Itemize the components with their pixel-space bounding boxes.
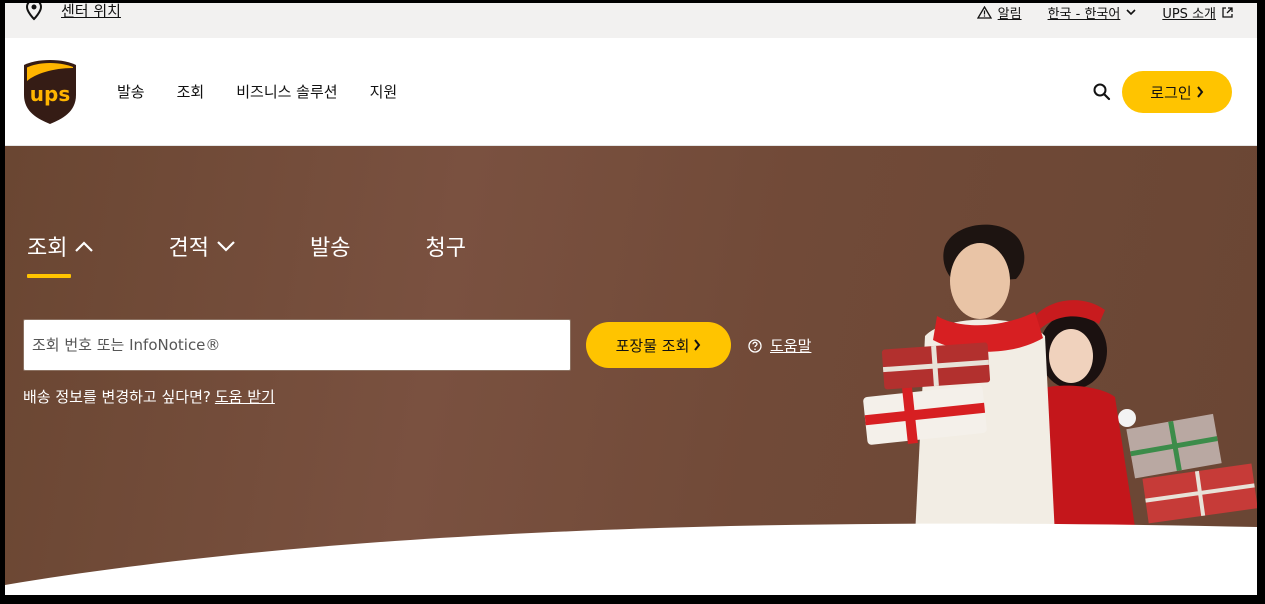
holiday-couple-image — [863, 224, 1257, 536]
chevron-right-icon — [1196, 86, 1203, 98]
nav-item-track[interactable]: 조회 — [177, 81, 205, 102]
tab-quote[interactable]: 견적 — [168, 230, 235, 262]
external-link-icon — [1222, 6, 1233, 18]
track-button-label: 포장물 조회 — [615, 336, 690, 355]
language-label: 한국 - 한국어 — [1047, 6, 1121, 22]
hero-bottom-curve — [5, 523, 1257, 595]
hero-tabs: 조회 견적 발송 청구 — [27, 230, 466, 278]
chevron-down-icon — [1126, 8, 1136, 15]
main-nav: 발송 조회 비즈니스 솔루션 지원 — [117, 81, 397, 102]
tab-billing[interactable]: 청구 — [425, 230, 465, 262]
browser-viewport: 센터 위치 알림 한국 - 한국어 UPS 소개 ups 발송 조회 비즈니스 … — [5, 3, 1257, 595]
nav-item-support[interactable]: 지원 — [370, 81, 398, 102]
location-label: 센터 위치 — [61, 3, 121, 20]
change-prompt: 배송 정보를 변경하고 싶다면? — [23, 388, 211, 406]
login-button[interactable]: 로그인 — [1122, 71, 1232, 113]
svg-text:ups: ups — [30, 82, 70, 106]
tab-ship-label: 발송 — [309, 236, 351, 261]
alerts-label: 알림 — [997, 6, 1022, 22]
chevron-down-icon — [217, 240, 235, 252]
hero-section: 조회 견적 발송 청구 포장물 조회 — [5, 146, 1257, 595]
nav-item-business-solutions[interactable]: 비즈니스 솔루션 — [236, 81, 337, 102]
about-label: UPS 소개 — [1162, 6, 1216, 22]
help-link[interactable]: 도움말 — [748, 335, 811, 356]
tab-quote-label: 견적 — [168, 236, 209, 261]
tab-track-label: 조회 — [27, 236, 68, 261]
tab-track[interactable]: 조회 — [27, 230, 94, 278]
location-pin-icon — [25, 3, 43, 21]
tab-ship[interactable]: 발송 — [310, 230, 350, 262]
nav-item-ship[interactable]: 발송 — [117, 81, 145, 102]
search-icon[interactable] — [1091, 81, 1113, 103]
chevron-right-icon — [694, 339, 701, 351]
chevron-up-icon — [75, 240, 94, 252]
track-package-button[interactable]: 포장물 조회 — [586, 322, 731, 368]
get-help-link[interactable]: 도움 받기 — [215, 386, 275, 407]
language-selector[interactable]: 한국 - 한국어 — [1048, 3, 1137, 22]
main-header: ups 발송 조회 비즈니스 솔루션 지원 로그인 — [5, 38, 1257, 146]
ups-logo[interactable]: ups — [23, 59, 77, 125]
utility-bar: 센터 위치 알림 한국 - 한국어 UPS 소개 — [5, 3, 1257, 38]
help-label: 도움말 — [770, 337, 812, 355]
about-ups-link[interactable]: UPS 소개 — [1162, 3, 1233, 22]
change-delivery-note: 배송 정보를 변경하고 싶다면? 도움 받기 — [23, 386, 275, 407]
location-link[interactable]: 센터 위치 — [25, 3, 121, 21]
active-tab-indicator — [27, 274, 71, 278]
tracking-number-input[interactable] — [23, 319, 571, 371]
login-label: 로그인 — [1150, 83, 1192, 102]
warning-icon — [976, 5, 992, 19]
alerts-link[interactable]: 알림 — [976, 3, 1022, 22]
question-circle-icon — [748, 338, 762, 353]
tab-billing-label: 청구 — [425, 236, 466, 261]
